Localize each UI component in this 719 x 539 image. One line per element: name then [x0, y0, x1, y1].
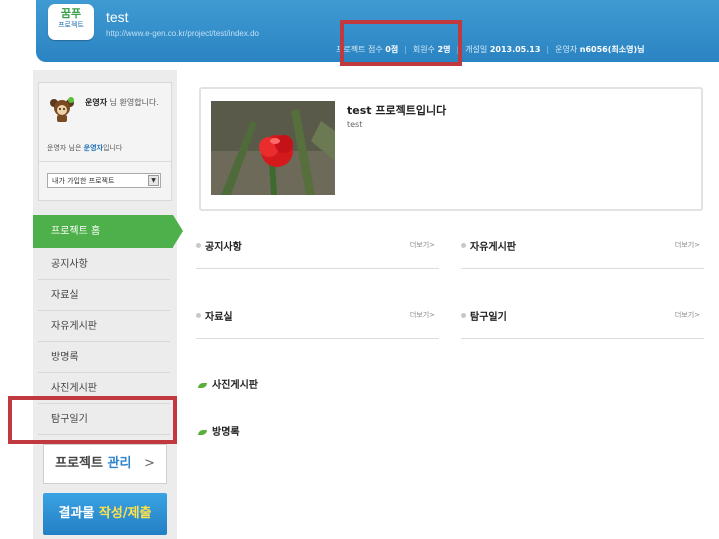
logo-text-bottom: 프로젝트 [58, 21, 84, 29]
project-title[interactable]: test [106, 9, 129, 25]
highlight-box-score [340, 20, 462, 66]
bullet-icon [461, 243, 466, 248]
intro-title: test 프로젝트입니다 [347, 104, 447, 117]
board-notice-title[interactable]: 공지사항 [205, 238, 242, 253]
joined-project-select[interactable]: 내가 가입한 프로젝트 ▼ [47, 173, 161, 188]
highlight-box-diary [8, 396, 177, 444]
submit-label: 결과물 [58, 506, 95, 521]
manage-label: 프로젝트 [55, 456, 103, 471]
project-manage-button[interactable]: 프로젝트 관리 > [43, 444, 167, 484]
project-intro-box: test 프로젝트입니다 test [199, 87, 703, 211]
board-diary: 탐구일기 더보기> [461, 306, 704, 339]
section-guestbook-label: 방명록 [212, 427, 240, 438]
chevron-right-icon: > [143, 456, 155, 471]
bullet-icon [196, 313, 201, 318]
bullet-icon [196, 243, 201, 248]
bullet-icon [461, 313, 466, 318]
menu-item-notice[interactable]: 공지사항 [38, 249, 170, 280]
submit-result-button[interactable]: 결과물 작성/제출 [43, 493, 167, 535]
menu-item-guestbook[interactable]: 방명록 [38, 342, 170, 373]
role-name: 운영자 [83, 144, 103, 152]
logo-text-top: 꿈푸 [60, 7, 82, 20]
intro-subtitle: test [347, 120, 363, 129]
board-free: 자유게시판 더보기> [461, 236, 704, 269]
user-role-line: 운영자 님은 운영자입니다 [47, 143, 122, 153]
board-library: 자료실 더보기> [196, 306, 439, 339]
operator-value: n6056(최소영)님 [579, 45, 645, 54]
board-diary-title[interactable]: 탐구일기 [470, 308, 507, 323]
section-photo-board-label: 사진게시판 [212, 380, 258, 391]
leaf-icon [198, 429, 207, 435]
section-photo-board[interactable]: 사진게시판 [198, 376, 258, 391]
role-suffix: 입니다 [103, 144, 123, 152]
board-library-more[interactable]: 더보기> [410, 310, 435, 320]
project-photo[interactable] [211, 101, 335, 195]
board-notice: 공지사항 더보기> [196, 236, 439, 269]
board-free-more[interactable]: 더보기> [675, 240, 700, 250]
board-notice-more[interactable]: 더보기> [410, 240, 435, 250]
menu-item-library[interactable]: 자료실 [38, 280, 170, 311]
leaf-icon [198, 382, 207, 388]
submit-accent: 작성/제출 [98, 506, 152, 521]
board-diary-more[interactable]: 더보기> [675, 310, 700, 320]
welcome-text: 님 환영합니다. [109, 98, 159, 107]
operator-label: 운영자 [555, 45, 578, 54]
mascot-avatar-icon [50, 97, 74, 122]
joined-project-select-value: 내가 가입한 프로젝트 [52, 177, 115, 185]
welcome-message: 운영자 님 환영합니다. [85, 96, 165, 109]
chevron-down-icon[interactable]: ▼ [148, 175, 159, 186]
profile-divider [39, 161, 171, 162]
project-url: http://www.e-gen.co.kr/project/test/inde… [106, 29, 259, 38]
manage-accent: 관리 [107, 456, 132, 471]
board-free-title[interactable]: 자유게시판 [470, 238, 516, 253]
board-library-title[interactable]: 자료실 [205, 308, 233, 323]
section-guestbook[interactable]: 방명록 [198, 423, 240, 438]
user-profile-box: 운영자 님 환영합니다. 운영자 님은 운영자입니다 내가 가입한 프로젝트 ▼ [38, 82, 172, 201]
user-name: 운영자 [85, 98, 108, 107]
menu-item-free-board[interactable]: 자유게시판 [38, 311, 170, 342]
menu-project-home[interactable]: 프로젝트 홈 [33, 215, 183, 248]
role-prefix: 운영자 님은 [47, 144, 82, 152]
opened-value: 2013.05.13 [489, 45, 541, 54]
site-logo[interactable]: 꿈푸 프로젝트 [48, 4, 94, 40]
opened-label: 개설일 [465, 45, 488, 54]
